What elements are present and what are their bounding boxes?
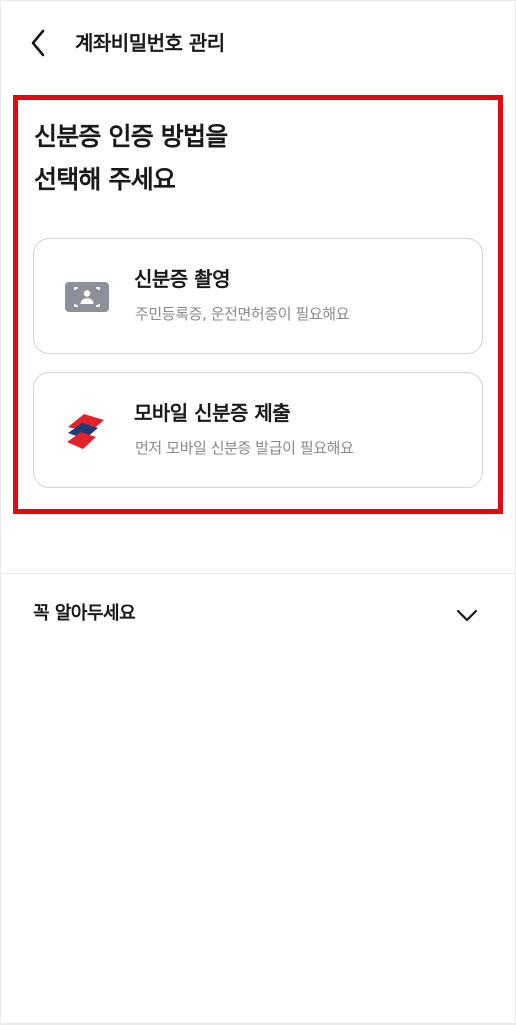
notice-label: 꼭 알아두세요 — [33, 603, 136, 624]
chevron-down-icon — [456, 609, 478, 622]
heading-line-2: 선택해 주세요 — [34, 165, 176, 194]
back-button[interactable] — [23, 27, 55, 59]
option-title: 모바일 신분증 제출 — [134, 401, 291, 425]
option-subtitle: 주민등록증, 운전면허증이 필요해요 — [135, 305, 350, 323]
option-title: 신분증 촬영 — [134, 267, 230, 291]
id-card-photo-option[interactable]: 신분증 촬영 주민등록증, 운전면허증이 필요해요 — [33, 238, 483, 354]
notice-accordion[interactable]: 꼭 알아두세요 — [1, 591, 515, 639]
chevron-left-icon — [31, 29, 45, 57]
page-title: 계좌비밀번호 관리 — [75, 31, 225, 55]
option-subtitle: 먼저 모바일 신분증 발급이 필요해요 — [135, 439, 354, 457]
heading-line-1: 신분증 인증 방법을 — [34, 122, 228, 151]
screen: 계좌비밀번호 관리 신분증 인증 방법을 선택해 주세요 신분증 촬영 주민등록… — [1, 1, 515, 1023]
section-divider — [1, 573, 515, 574]
mobile-id-logo-icon — [67, 414, 104, 449]
app-header: 계좌비밀번호 관리 — [1, 1, 515, 85]
id-card-scan-icon — [65, 282, 109, 312]
mobile-id-option[interactable]: 모바일 신분증 제출 먼저 모바일 신분증 발급이 필요해요 — [33, 372, 483, 488]
section-heading: 신분증 인증 방법을 선택해 주세요 — [34, 115, 228, 201]
